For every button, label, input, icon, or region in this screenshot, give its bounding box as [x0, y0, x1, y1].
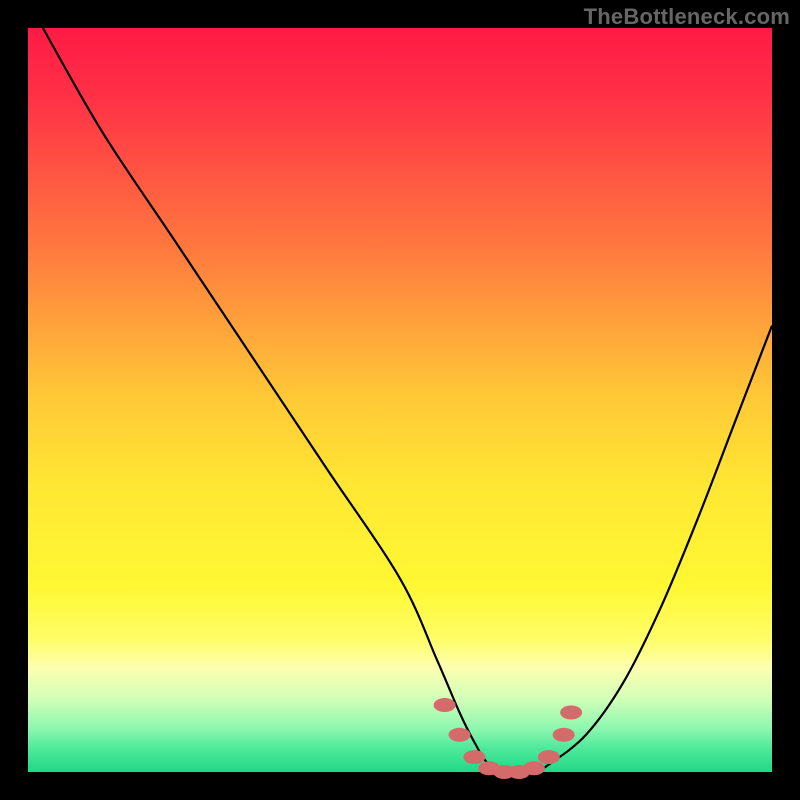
optimal-marker	[523, 761, 545, 775]
app-frame: TheBottleneck.com	[0, 0, 800, 800]
optimal-marker	[449, 728, 471, 742]
watermark-text: TheBottleneck.com	[584, 4, 790, 30]
optimal-marker	[434, 698, 456, 712]
gradient-background	[28, 28, 772, 772]
optimal-marker	[553, 728, 575, 742]
optimal-marker	[463, 750, 485, 764]
bottleneck-chart	[0, 0, 800, 800]
optimal-marker	[560, 705, 582, 719]
optimal-marker	[538, 750, 560, 764]
